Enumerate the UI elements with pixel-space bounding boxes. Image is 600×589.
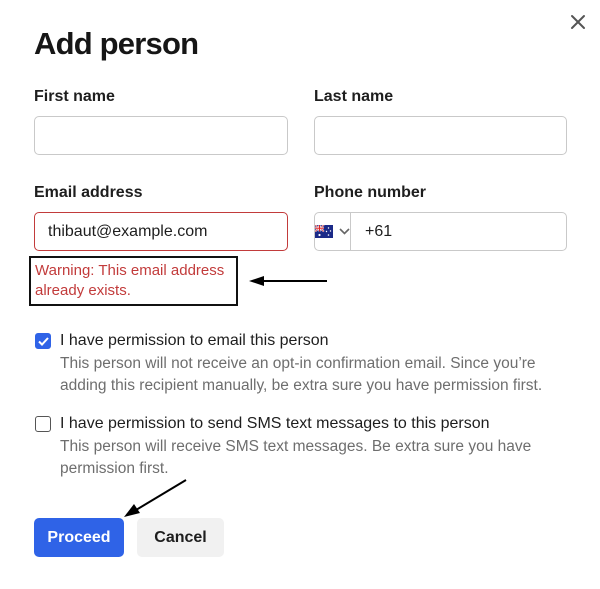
sms-permission-description: This person will receive SMS text messag… bbox=[60, 436, 570, 480]
email-warning-line-1: Warning: This email address bbox=[35, 262, 225, 279]
email-permission-label[interactable]: I have permission to email this person bbox=[60, 332, 329, 350]
email-label: Email address bbox=[34, 184, 143, 201]
close-icon bbox=[571, 15, 585, 29]
last-name-input[interactable] bbox=[314, 116, 567, 155]
country-selector[interactable] bbox=[315, 213, 351, 250]
email-warning: Warning: This email address already exis… bbox=[29, 256, 238, 306]
email-input[interactable] bbox=[34, 212, 288, 251]
phone-field bbox=[314, 212, 586, 251]
arrow-to-warning-icon bbox=[249, 276, 327, 286]
email-permission-desc-line-1: This person will not receive an opt-in c… bbox=[60, 355, 536, 372]
email-warning-line-2: already exists. bbox=[35, 282, 131, 299]
email-permission-description: This person will not receive an opt-in c… bbox=[60, 353, 570, 397]
email-permission-desc-line-2: adding this recipient manually, be extra… bbox=[60, 377, 543, 394]
checkmark-icon bbox=[37, 336, 49, 346]
dialog-title: Add person bbox=[34, 26, 199, 61]
first-name-input[interactable] bbox=[34, 116, 288, 155]
phone-input[interactable] bbox=[351, 213, 586, 250]
sms-permission-checkbox[interactable] bbox=[35, 416, 51, 432]
first-name-label: First name bbox=[34, 88, 115, 105]
australia-flag-icon bbox=[315, 225, 333, 238]
last-name-label: Last name bbox=[314, 88, 394, 105]
chevron-down-icon bbox=[339, 228, 350, 235]
sms-permission-label[interactable]: I have permission to send SMS text messa… bbox=[60, 415, 490, 433]
sms-permission-desc-line-1: This person will receive SMS text messag… bbox=[60, 438, 532, 455]
email-permission-checkbox[interactable] bbox=[35, 333, 51, 349]
sms-permission-desc-line-2: permission first. bbox=[60, 460, 169, 477]
arrow-to-proceed-icon bbox=[124, 479, 187, 517]
proceed-button[interactable]: Proceed bbox=[34, 518, 124, 557]
phone-label: Phone number bbox=[314, 184, 427, 201]
close-button[interactable] bbox=[566, 10, 590, 34]
cancel-button[interactable]: Cancel bbox=[137, 518, 224, 557]
